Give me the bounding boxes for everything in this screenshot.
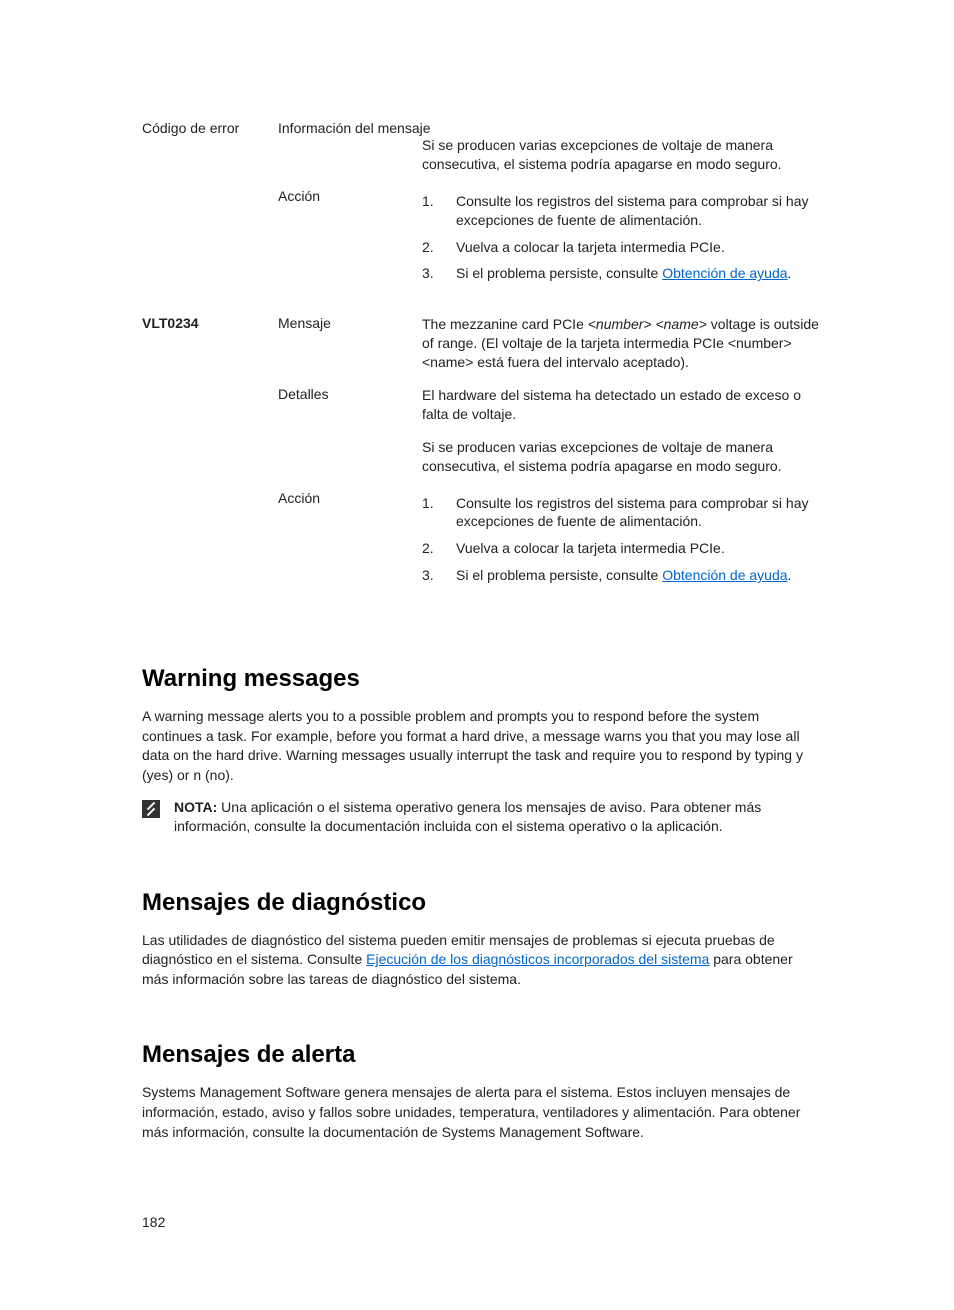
header-info: Información del mensaje	[278, 120, 822, 136]
note-block: NOTA: Una aplicación o el sistema operat…	[142, 798, 822, 837]
error-table: Código de error Información del mensaje …	[142, 120, 822, 593]
note-body: Una aplicación o el sistema operativo ge…	[174, 799, 761, 835]
row2-accion-3a: Si el problema persiste, consulte	[456, 567, 662, 583]
row2-code: VLT0234	[142, 315, 278, 386]
row1-accion-list: Consulte los registros del sistema para …	[422, 192, 822, 284]
alerta-heading: Mensajes de alerta	[142, 1041, 822, 1069]
row2-accion-label: Acción	[278, 490, 422, 594]
row1-accion-label: Acción	[278, 188, 422, 292]
row2-accion-1: Consulte los registros del sistema para …	[422, 494, 822, 532]
row2-mensaje: The mezzanine card PCIe <number> <name> …	[422, 315, 822, 372]
diag-link[interactable]: Ejecución de los diagnósticos incorporad…	[366, 951, 709, 967]
warning-body: A warning message alerts you to a possib…	[142, 707, 822, 785]
note-label: NOTA:	[174, 799, 217, 815]
row1-accion-1: Consulte los registros del sistema para …	[422, 192, 822, 230]
var-number: <number>	[588, 316, 652, 332]
page-content: Código de error Información del mensaje …	[0, 0, 954, 1310]
header-code: Código de error	[142, 120, 278, 136]
row2-accion-list: Consulte los registros del sistema para …	[422, 494, 822, 586]
note-text: NOTA: Una aplicación o el sistema operat…	[174, 798, 822, 837]
row2-detalles-1: El hardware del sistema ha detectado un …	[422, 386, 822, 424]
row1-accion-3a: Si el problema persiste, consulte	[456, 265, 662, 281]
row2-mensaje-label: Mensaje	[278, 315, 422, 386]
help-link[interactable]: Obtención de ayuda	[662, 265, 787, 281]
warning-heading: Warning messages	[142, 665, 822, 693]
alerta-body: Systems Management Software genera mensa…	[142, 1083, 822, 1142]
row2-accion-2: Vuelva a colocar la tarjeta intermedia P…	[422, 539, 822, 558]
row2-detalles-2: Si se producen varias excepciones de vol…	[422, 438, 822, 476]
row2-accion-3b: .	[788, 567, 792, 583]
row2-detalles-label: Detalles	[278, 386, 422, 490]
row2-accion-3: Si el problema persiste, consulte Obtenc…	[422, 566, 822, 585]
note-icon	[142, 800, 160, 818]
diag-heading: Mensajes de diagnóstico	[142, 889, 822, 917]
help-link[interactable]: Obtención de ayuda	[662, 567, 787, 583]
row1-detail-extra: Si se producen varias excepciones de vol…	[422, 136, 822, 174]
var-name: <name>	[655, 316, 706, 332]
row1-accion-3b: .	[788, 265, 792, 281]
page-number: 182	[142, 1214, 822, 1230]
row1-accion-3: Si el problema persiste, consulte Obtenc…	[422, 264, 822, 283]
diag-body: Las utilidades de diagnóstico del sistem…	[142, 931, 822, 990]
row1-accion-2: Vuelva a colocar la tarjeta intermedia P…	[422, 238, 822, 257]
